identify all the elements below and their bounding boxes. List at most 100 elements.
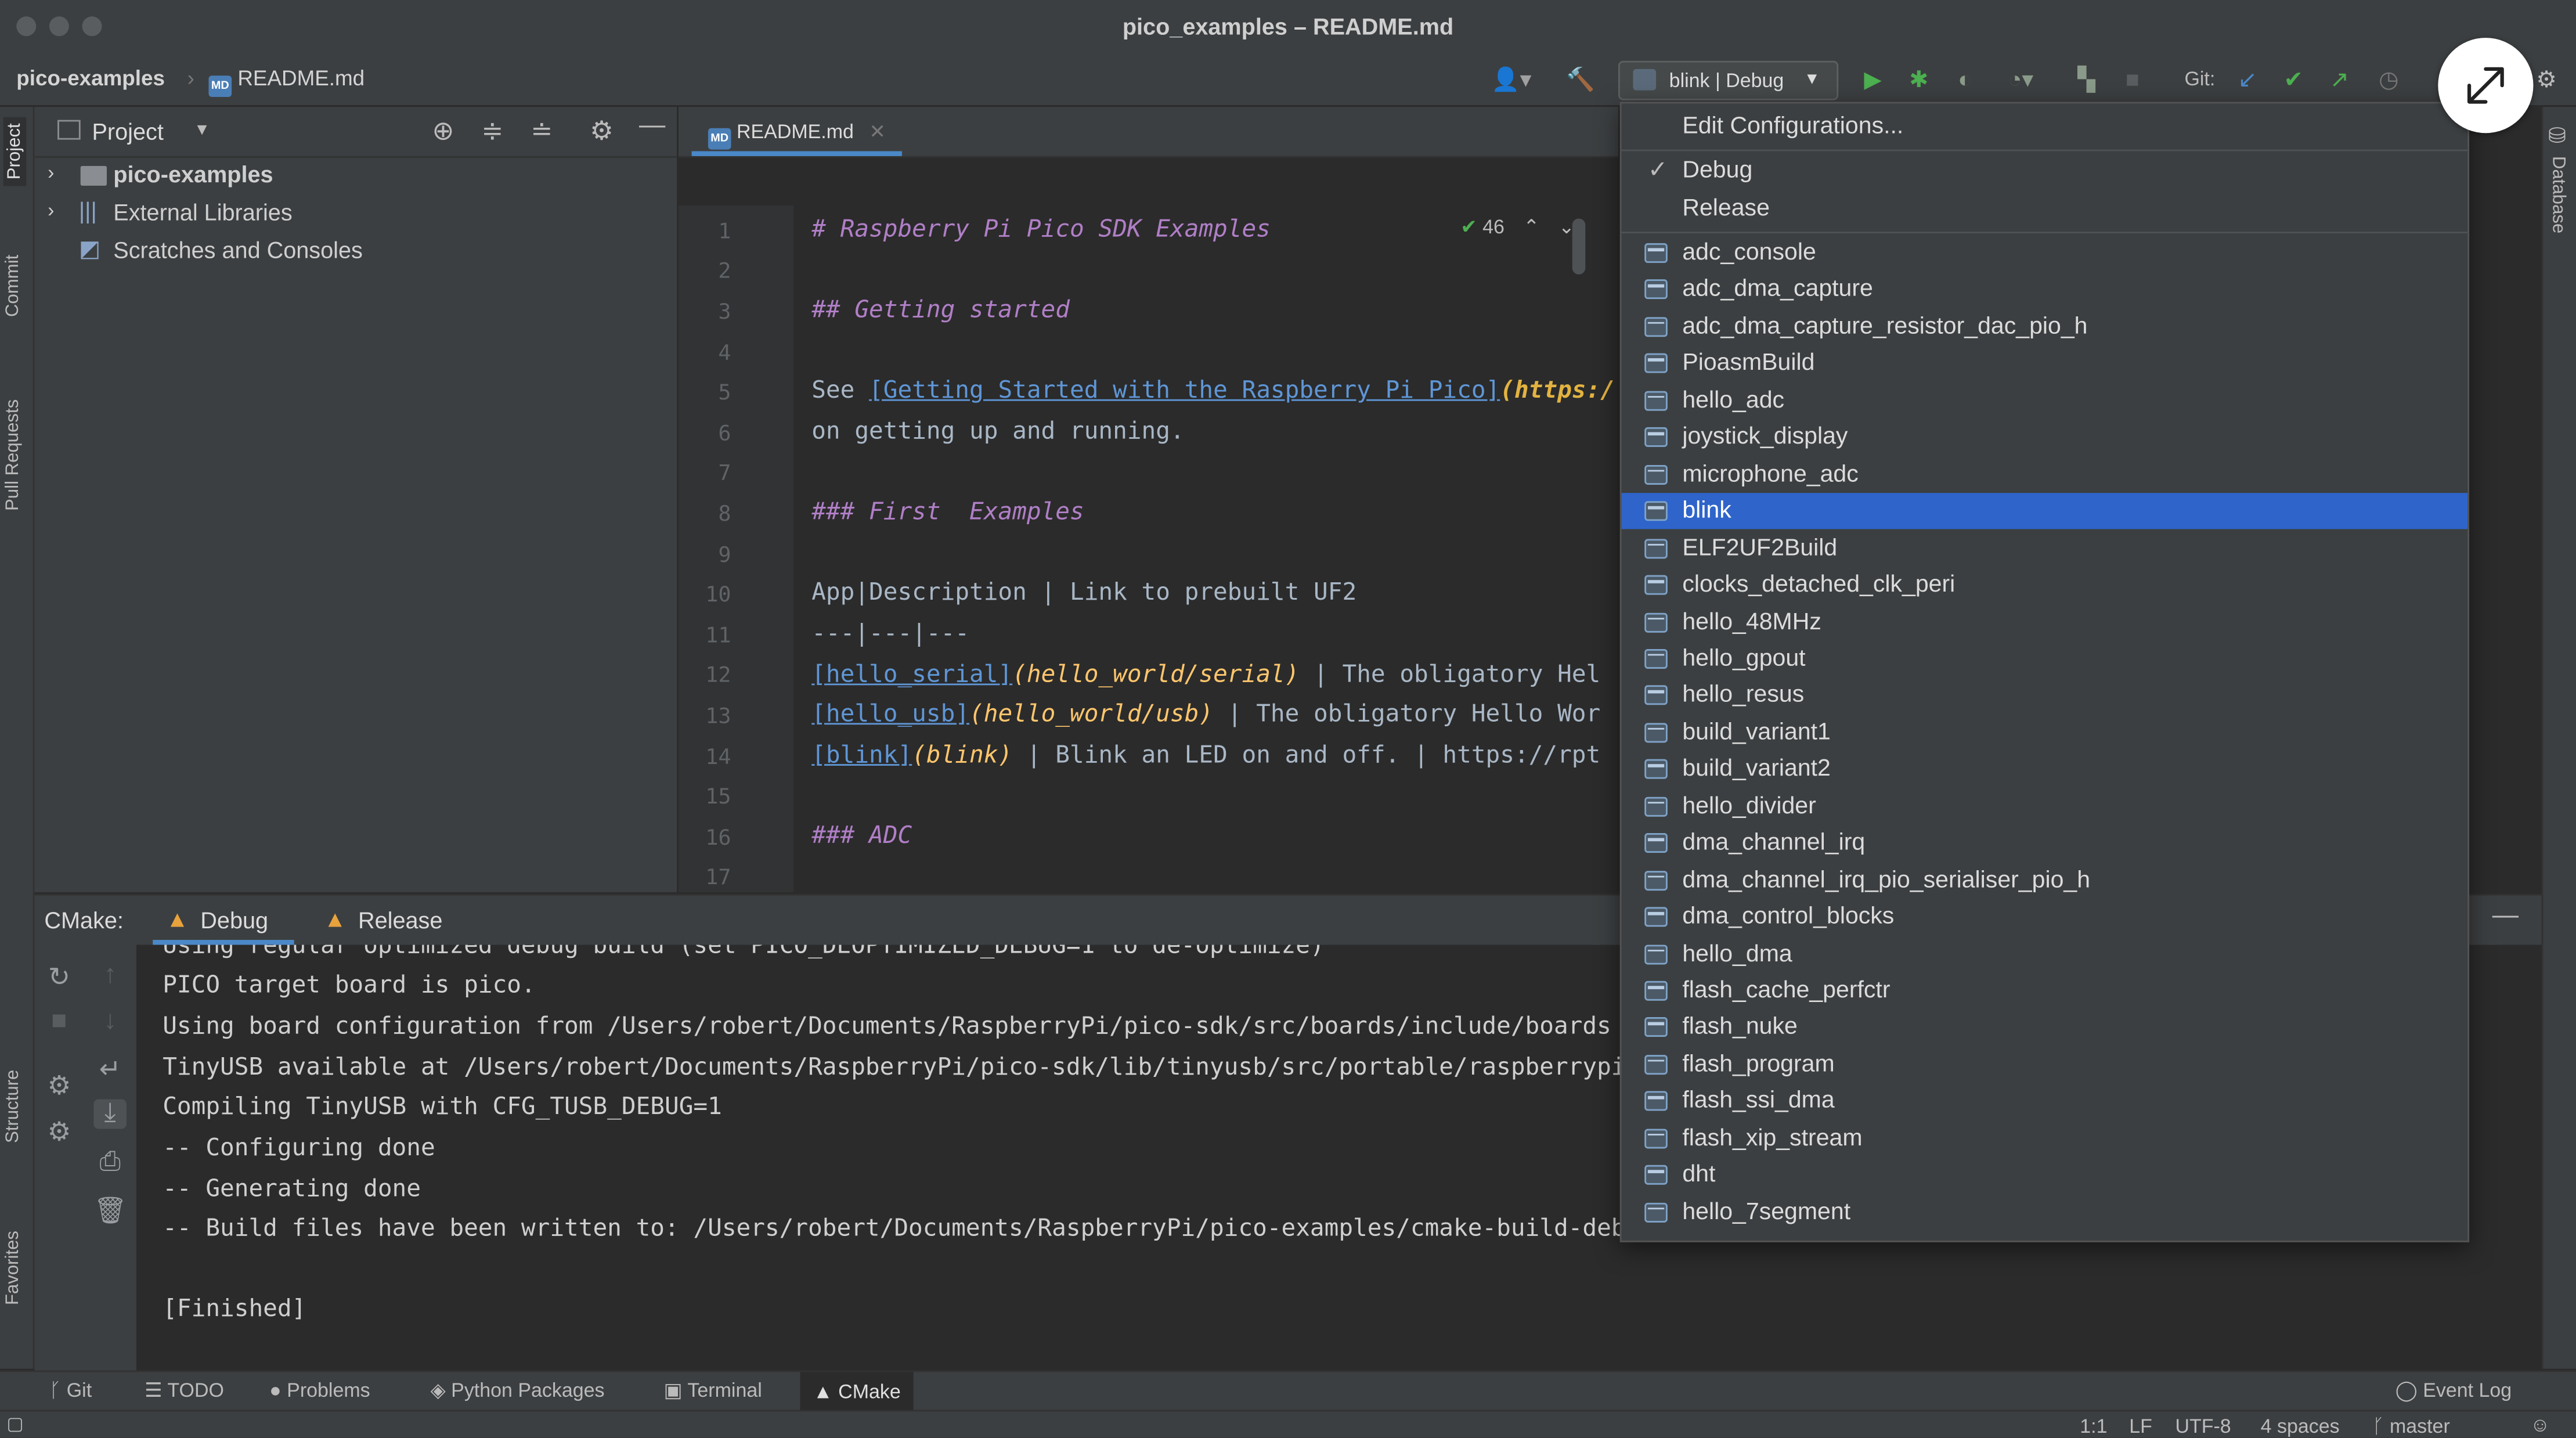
build-type-debug[interactable]: ✓ Debug — [1622, 153, 2468, 189]
target-item[interactable]: hello_resus — [1622, 677, 2468, 713]
reload-icon[interactable]: ↻ — [43, 961, 76, 994]
target-item[interactable]: flash_ssi_dma — [1622, 1083, 2468, 1119]
panel-toggle-icon[interactable]: ▢ — [6, 1413, 23, 1435]
run-configuration-select[interactable]: blink | Debug ▼ — [1618, 60, 1839, 100]
gear-icon[interactable]: ⚙ — [43, 1116, 76, 1149]
target-item[interactable]: microphone_adc — [1622, 456, 2468, 492]
target-item[interactable]: ELF2UF2Build — [1622, 530, 2468, 566]
toolwindow-event-log[interactable]: ◯ Event Log — [2395, 1379, 2512, 1402]
line-separator[interactable]: LF — [2129, 1415, 2152, 1438]
target-item[interactable]: flash_program — [1622, 1047, 2468, 1083]
settings-gear-icon[interactable]: ⚙ — [2530, 63, 2563, 96]
chevron-down-icon[interactable]: ▼ — [194, 121, 210, 139]
target-item[interactable]: adc_dma_capture_resistor_dac_pio_h — [1622, 309, 2468, 345]
user-switch-icon[interactable]: 👤▾ — [1485, 63, 1538, 96]
up-arrow-icon[interactable]: ↑ — [93, 961, 127, 991]
project-view-title[interactable]: Project — [92, 118, 164, 145]
scroll-to-end-icon[interactable]: ⤓ — [93, 1099, 127, 1129]
stop-icon[interactable]: ■ — [43, 1007, 76, 1037]
target-item[interactable]: hello_dma — [1622, 936, 2468, 972]
cmake-triangle-icon: ▲ — [165, 905, 189, 932]
breadcrumb-project[interactable]: pico-examples — [16, 66, 165, 90]
toolwindow-todo[interactable]: ☰ TODO — [145, 1379, 224, 1402]
markdown-link[interactable]: [blink] — [811, 743, 912, 769]
target-item[interactable]: build_variant1 — [1622, 715, 2468, 751]
tab-cmake-release[interactable]: ▲ Release — [311, 896, 459, 945]
git-update-icon[interactable]: ↙ — [2231, 63, 2264, 96]
toolwindow-python-packages[interactable]: ◈ Python Packages — [431, 1379, 605, 1402]
locate-file-icon[interactable]: ⊕ — [432, 115, 454, 148]
chevron-right-icon[interactable]: › — [48, 161, 54, 184]
toolwindow-cmake[interactable]: ▲ CMake — [800, 1372, 914, 1412]
close-tab-icon[interactable]: ✕ — [869, 120, 885, 143]
toolwindow-git[interactable]: ᚴ Git — [49, 1379, 92, 1402]
debug-bug-icon[interactable]: ✱ — [1903, 63, 1936, 96]
cmake-settings-icon[interactable]: ⚙ — [43, 1070, 76, 1103]
target-item[interactable]: flash_nuke — [1622, 1010, 2468, 1046]
indent-setting[interactable]: 4 spaces — [2261, 1415, 2340, 1438]
coverage-icon[interactable]: ◐ — [1949, 63, 1982, 96]
toolwindow-terminal[interactable]: ▣ Terminal — [663, 1379, 762, 1402]
edit-configurations-item[interactable]: Edit Configurations... — [1622, 109, 2468, 145]
run-icon[interactable]: ▶ — [1856, 63, 1889, 96]
target-item[interactable]: dma_channel_irq_pio_serialiser_pio_h — [1622, 862, 2468, 898]
tab-favorites[interactable]: Favorites — [3, 1231, 23, 1305]
tab-database[interactable]: Database — [2548, 156, 2568, 233]
cmake-target-icon — [1644, 1165, 1668, 1185]
expand-button[interactable] — [2438, 38, 2534, 134]
profile-icon[interactable]: ◔▾ — [1994, 63, 2047, 96]
expand-all-icon[interactable]: ≑ — [481, 115, 503, 148]
tab-readme[interactable]: MD README.md ✕ — [691, 107, 903, 156]
target-item[interactable]: dht — [1622, 1157, 2468, 1193]
tab-cmake-debug[interactable]: ▲ Debug — [153, 896, 294, 945]
cmake-target-icon — [1644, 464, 1668, 485]
print-icon[interactable]: ⎙ — [93, 1148, 127, 1178]
target-item[interactable]: hello_48MHz — [1622, 604, 2468, 640]
git-branch-widget[interactable]: ᚴ master — [2372, 1415, 2450, 1438]
panel-settings-gear-icon[interactable]: ⚙ — [590, 115, 614, 148]
target-item[interactable]: adc_console — [1622, 235, 2468, 271]
build-type-release[interactable]: Release — [1622, 190, 2468, 226]
target-item[interactable]: joystick_display — [1622, 419, 2468, 455]
target-item[interactable]: PioasmBuild — [1622, 345, 2468, 381]
trash-icon[interactable]: 🗑 — [93, 1195, 127, 1228]
hide-panel-icon[interactable]: — — [639, 111, 665, 141]
target-item[interactable]: flash_cache_perfctr — [1622, 973, 2468, 1009]
attach-debugger-icon[interactable]: ▚ — [2070, 63, 2103, 96]
stop-icon[interactable]: ■ — [2116, 63, 2149, 96]
chevron-right-icon[interactable]: › — [48, 199, 54, 222]
tab-project[interactable]: Project — [3, 116, 27, 186]
target-item[interactable]: adc_dma_capture — [1622, 272, 2468, 308]
target-item[interactable]: flash_xip_stream — [1622, 1120, 2468, 1156]
build-hammer-icon[interactable]: 🔨 — [1564, 63, 1597, 96]
caret-position[interactable]: 1:1 — [2080, 1415, 2107, 1438]
soft-wrap-icon[interactable]: ↵ — [93, 1053, 127, 1086]
toolwindow-problems[interactable]: ● Problems — [269, 1379, 370, 1402]
target-item[interactable]: clocks_detached_clk_peri — [1622, 567, 2468, 603]
markdown-link[interactable]: [Getting Started with the Raspberry Pi P… — [869, 378, 1500, 404]
git-commit-icon[interactable]: ✔ — [2277, 63, 2310, 96]
target-item[interactable]: hello_gpout — [1622, 641, 2468, 677]
target-item[interactable]: build_variant2 — [1622, 751, 2468, 787]
git-push-icon[interactable]: ↗ — [2323, 63, 2356, 96]
cmake-label: CMake: — [44, 907, 124, 934]
file-encoding[interactable]: UTF-8 — [2175, 1415, 2231, 1438]
down-arrow-icon[interactable]: ↓ — [93, 1007, 127, 1037]
collapse-all-icon[interactable]: ≐ — [531, 115, 553, 148]
hide-panel-icon[interactable]: — — [2492, 902, 2519, 932]
breadcrumb-file[interactable]: MD README.md — [208, 66, 365, 97]
target-item[interactable]: dma_control_blocks — [1622, 899, 2468, 935]
target-item[interactable]: blink — [1621, 493, 2468, 529]
tab-pull-requests[interactable]: Pull Requests — [3, 399, 23, 511]
tab-commit[interactable]: Commit — [3, 255, 23, 317]
target-item[interactable]: dma_channel_irq — [1622, 825, 2468, 861]
tab-structure[interactable]: Structure — [3, 1070, 23, 1143]
notifications-icon[interactable]: ☺ — [2530, 1413, 2550, 1436]
markdown-link[interactable]: [hello_serial] — [811, 662, 1012, 689]
markdown-link[interactable]: [hello_usb] — [811, 702, 969, 728]
target-item[interactable]: hello_divider — [1622, 788, 2468, 824]
git-history-icon[interactable]: ◷ — [2372, 63, 2405, 96]
target-item[interactable]: hello_adc — [1622, 383, 2468, 419]
target-label: hello_divider — [1682, 793, 1816, 820]
target-item[interactable]: hello_7segment — [1622, 1194, 2468, 1230]
